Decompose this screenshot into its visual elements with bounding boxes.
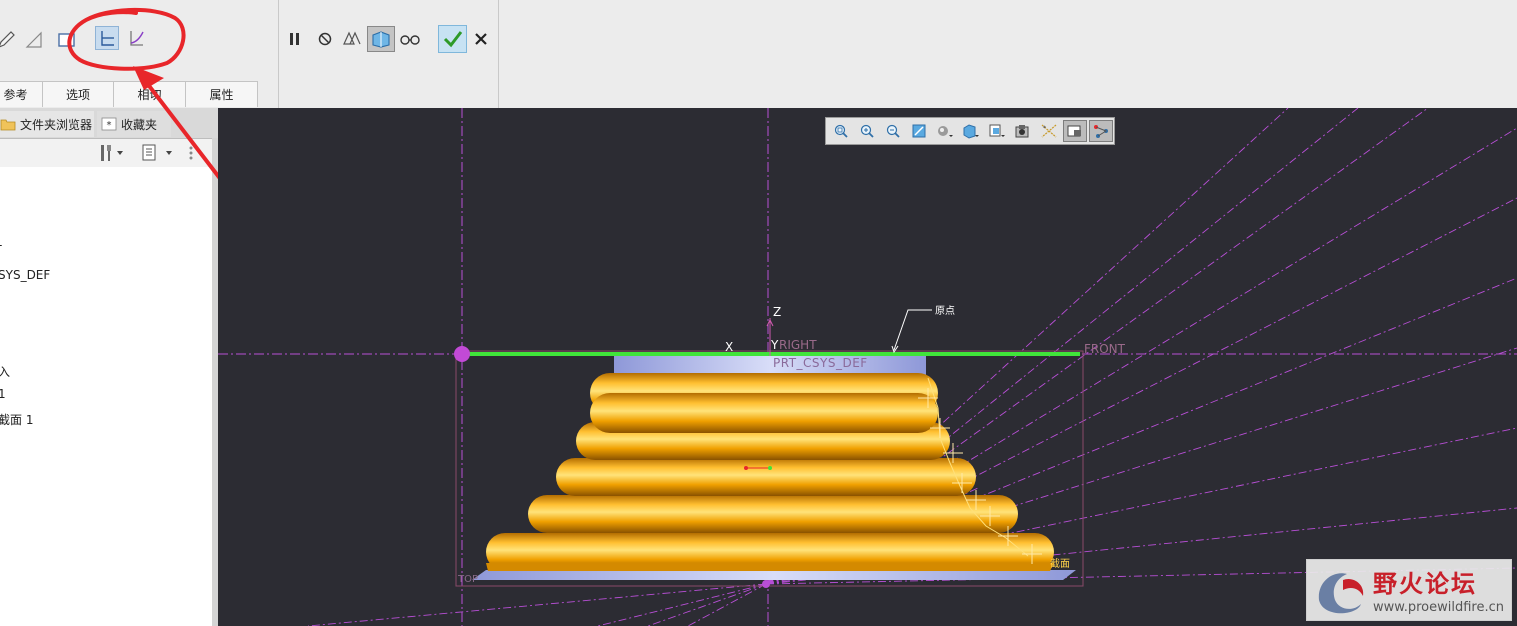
- sketch-pencil-icon[interactable]: [0, 28, 18, 52]
- pause-icon[interactable]: [283, 27, 307, 51]
- z-axis-label: Z: [773, 305, 782, 319]
- sweep-tube: [486, 373, 1054, 571]
- plane-icon[interactable]: [22, 28, 46, 52]
- svg-text:*: *: [1043, 125, 1046, 132]
- tab-folder-browser[interactable]: 文件夹浏览器: [0, 111, 94, 137]
- group-separator: [278, 0, 279, 108]
- ok-checkmark-icon[interactable]: [438, 25, 467, 53]
- tree-item[interactable]: 1: [0, 387, 6, 401]
- tab-options[interactable]: 选项: [42, 81, 114, 107]
- attached-preview-icon[interactable]: [367, 26, 395, 52]
- preview-icon[interactable]: [340, 27, 364, 51]
- watermark-title: 野火论坛: [1373, 570, 1477, 598]
- graphics-toolbar: *: [825, 117, 1115, 145]
- x-axis-label: X: [725, 340, 734, 354]
- tab-references[interactable]: 参考: [0, 81, 43, 107]
- no-preview-icon[interactable]: [313, 27, 337, 51]
- datum-display-icon[interactable]: *: [1037, 120, 1061, 142]
- refit-icon[interactable]: [829, 120, 853, 142]
- watermark-url: www.proewildfire.cn: [1373, 600, 1504, 615]
- tree-item[interactable]: -: [0, 238, 2, 252]
- section-note: 截面: [1050, 559, 1070, 570]
- annotation-display-icon[interactable]: [1063, 120, 1087, 142]
- forum-logo-icon: [1318, 573, 1364, 614]
- folder-icon: [0, 119, 16, 131]
- perspective-icon[interactable]: [1011, 120, 1035, 142]
- repaint-icon[interactable]: [907, 120, 931, 142]
- origin-note: 原点: [935, 306, 955, 317]
- cancel-x-icon[interactable]: [469, 27, 493, 51]
- right-plane-label: RIGHT: [779, 338, 817, 352]
- tree-item[interactable]: 入: [0, 363, 10, 380]
- tab-folder-browser-label: 文件夹浏览器: [20, 117, 93, 132]
- display-style-icon[interactable]: [933, 120, 957, 142]
- zoom-out-icon[interactable]: [881, 120, 905, 142]
- group-separator: [498, 0, 499, 108]
- top-plane-label: TOP: [458, 574, 479, 585]
- saved-views-icon[interactable]: [959, 120, 983, 142]
- forum-watermark: 野火论坛 www.proewildfire.cn: [1306, 559, 1512, 621]
- view-manager-icon[interactable]: [985, 120, 1009, 142]
- tree-item[interactable]: SYS_DEF: [0, 268, 50, 282]
- star-icon: *: [101, 117, 117, 131]
- csys-label: PRT_CSYS_DEF: [773, 356, 868, 370]
- verify-glasses-icon[interactable]: [398, 27, 422, 51]
- tree-item[interactable]: 截面 1: [0, 411, 33, 428]
- spin-center-icon[interactable]: [1089, 120, 1113, 142]
- zoom-in-icon[interactable]: [855, 120, 879, 142]
- svg-text:*: *: [107, 120, 112, 131]
- front-plane-label: FRONT: [1084, 342, 1125, 356]
- y-axis-label: Y: [771, 338, 779, 352]
- graphics-viewport[interactable]: Z X Y RIGHT FRONT PRT_CSYS_DEF 原点 截面 TOP…: [218, 108, 1517, 626]
